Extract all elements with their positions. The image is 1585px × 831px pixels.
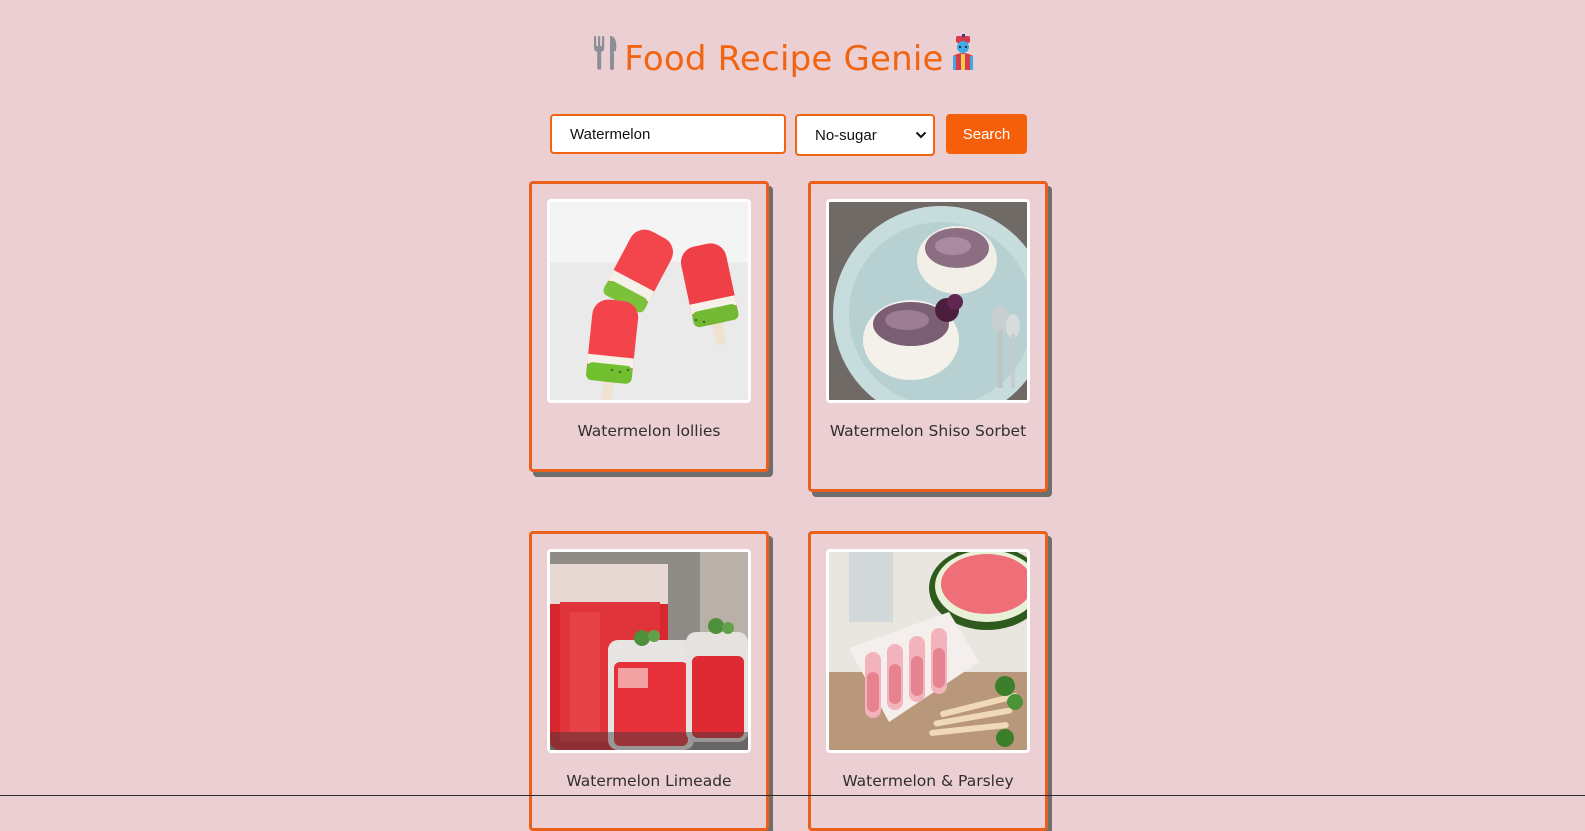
- page-title-text: Food Recipe Genie: [624, 39, 944, 79]
- page-scrollbar[interactable]: [1568, 0, 1585, 796]
- recipe-card[interactable]: Watermelon Shiso Sorbet: [808, 181, 1048, 492]
- watermelon-drink-glasses-photo[interactable]: [547, 549, 751, 753]
- recipe-title[interactable]: Watermelon Shiso Sorbet: [821, 422, 1035, 441]
- recipe-title[interactable]: Watermelon & Parsley: [821, 772, 1035, 791]
- popsicle-mold-watermelon-photo[interactable]: [826, 549, 1030, 753]
- genie-icon: [944, 34, 978, 79]
- search-input[interactable]: [550, 114, 786, 154]
- diet-filter-value: No-sugar: [815, 126, 877, 144]
- fork-and-knife-icon: [590, 34, 624, 79]
- recipe-card[interactable]: Watermelon & Parsley: [808, 531, 1048, 831]
- recipe-card[interactable]: Watermelon Limeade: [529, 531, 769, 831]
- chevron-down-icon: [915, 131, 927, 139]
- purple-sorbet-cups-photo[interactable]: [826, 199, 1030, 403]
- search-button[interactable]: Search: [946, 114, 1027, 154]
- recipe-card[interactable]: Watermelon lollies: [529, 181, 769, 472]
- recipe-title[interactable]: Watermelon Limeade: [542, 772, 756, 791]
- diet-filter-select[interactable]: No-sugar: [795, 114, 935, 156]
- recipe-title[interactable]: Watermelon lollies: [542, 422, 756, 441]
- watermelon-popsicles-photo[interactable]: [547, 199, 751, 403]
- page-title: Food Recipe Genie: [0, 34, 1568, 83]
